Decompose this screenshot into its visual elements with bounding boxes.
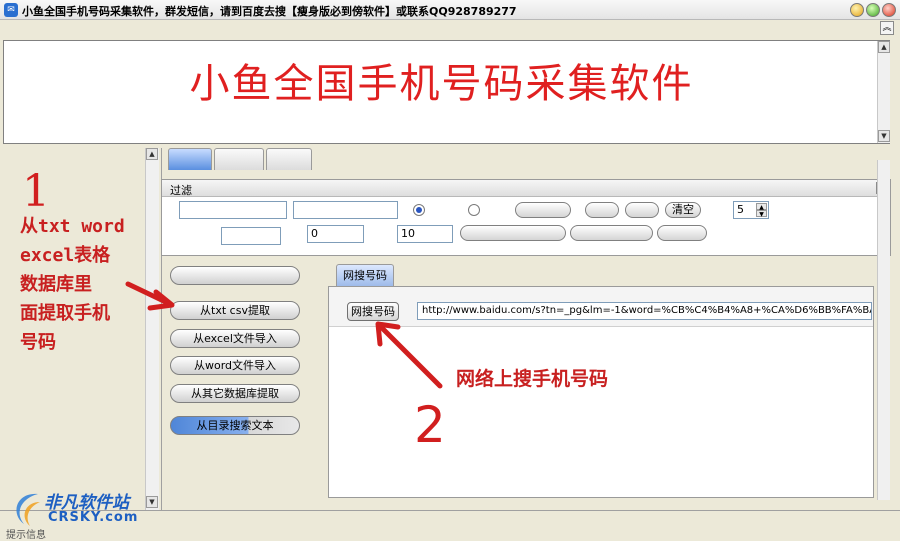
annotation-step-2-number: 2 — [414, 396, 446, 454]
annotation-arrows — [125, 281, 443, 389]
annotation-step-2-text: 网络上搜手机号码 — [456, 368, 609, 390]
logo-swirl-icon — [16, 493, 40, 526]
arrow-to-import-icon — [125, 281, 175, 311]
arrow-to-search-icon — [375, 321, 443, 389]
watermark-en: CRSKY.com — [48, 510, 139, 525]
watermark-logo: 非凡软件站 CRSKY.com — [8, 486, 168, 532]
